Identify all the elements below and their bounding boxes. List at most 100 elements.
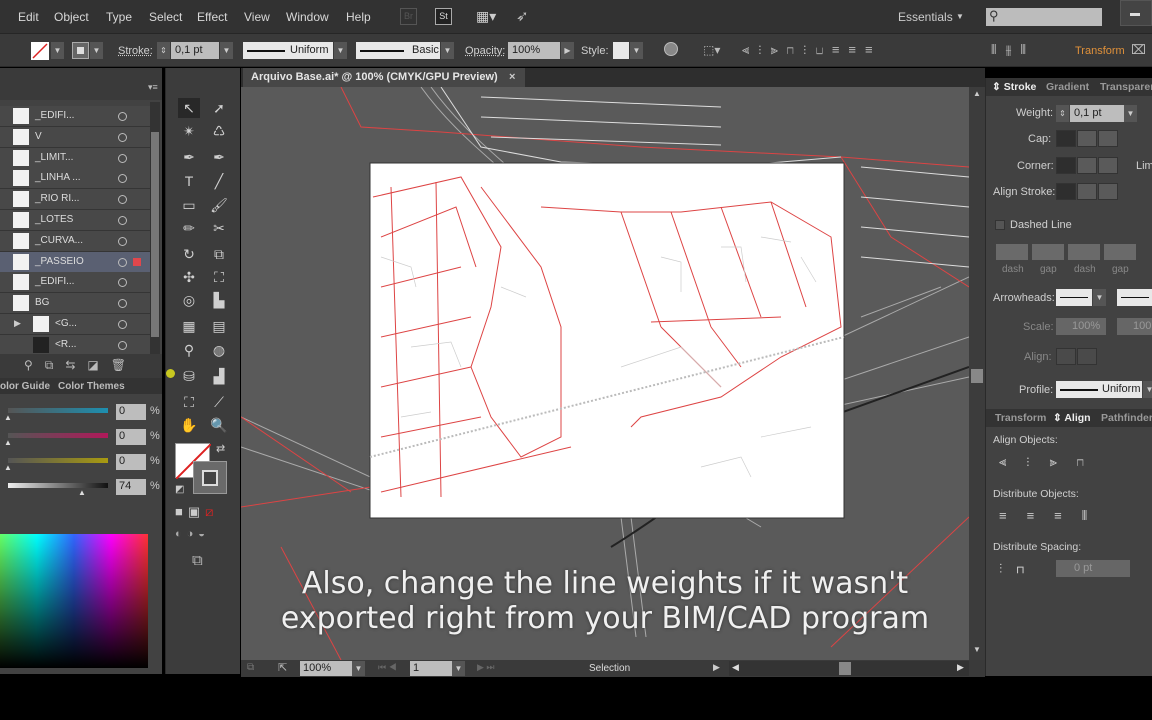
- paintbrush-tool[interactable]: 🖌: [208, 195, 230, 215]
- color-slider[interactable]: [8, 433, 108, 438]
- direct-selection-tool[interactable]: ➚: [208, 98, 230, 118]
- selection-indicator[interactable]: [133, 257, 141, 266]
- align-inside-button[interactable]: [1077, 183, 1097, 200]
- profile-select[interactable]: Uniform: [1056, 381, 1142, 398]
- menu-type[interactable]: Type: [106, 10, 132, 24]
- menu-object[interactable]: Object: [54, 10, 89, 24]
- zoom-tool[interactable]: 🔍: [208, 415, 230, 435]
- selection-tool[interactable]: ↖: [178, 98, 200, 118]
- color-slider[interactable]: [8, 458, 108, 463]
- horizontal-scrollbar[interactable]: ◀ ▶: [729, 661, 969, 676]
- lasso-tool[interactable]: ♺: [208, 121, 230, 141]
- distribute-spacing-buttons[interactable]: ⫶⊓: [999, 561, 1039, 577]
- distribute-buttons-icon[interactable]: ⫴⫵⫴: [991, 42, 1035, 58]
- projecting-cap-button[interactable]: [1098, 130, 1118, 147]
- color-slider[interactable]: [8, 483, 108, 488]
- zoom-dropdown[interactable]: ▼: [352, 661, 365, 676]
- style-dropdown[interactable]: ▼: [630, 42, 643, 59]
- artboard-number-input[interactable]: 1: [410, 661, 452, 676]
- menu-effect[interactable]: Effect: [197, 10, 227, 24]
- menu-edit[interactable]: Edit: [18, 10, 39, 24]
- first-artboard-icon[interactable]: ⏮ ◀: [378, 662, 397, 673]
- graphic-style-swatch[interactable]: [613, 42, 629, 59]
- transform-link[interactable]: Transform: [1075, 45, 1125, 57]
- gpu-performance-icon[interactable]: ➶: [516, 7, 529, 25]
- menu-select[interactable]: Select: [149, 10, 182, 24]
- eyedropper-tool[interactable]: ⚲: [178, 340, 200, 360]
- gradient-tool[interactable]: ▤: [208, 316, 230, 336]
- opacity-label[interactable]: Opacity:: [465, 45, 505, 57]
- symbol-sprayer-tool[interactable]: ⛁: [178, 366, 200, 386]
- weight-dropdown[interactable]: ▼: [1124, 105, 1137, 122]
- stroke-weight-dropdown[interactable]: ▼: [220, 42, 233, 59]
- draw-mode-buttons[interactable]: ◐◑◒: [175, 528, 235, 544]
- curvature-tool[interactable]: ✒: [208, 147, 230, 167]
- menu-window[interactable]: Window: [286, 10, 329, 24]
- expand-arrow-icon[interactable]: ▶: [14, 318, 21, 329]
- color-slider[interactable]: [8, 408, 108, 413]
- layer-row[interactable]: _PASSEIO: [0, 251, 150, 273]
- default-colors-icon[interactable]: ◩: [175, 484, 184, 495]
- layer-row[interactable]: V: [0, 126, 150, 148]
- stroke-color-swatch[interactable]: [193, 461, 227, 494]
- color-value-input[interactable]: 74: [116, 479, 146, 495]
- artboard-dropdown[interactable]: ▼: [452, 661, 465, 676]
- layer-row[interactable]: _EDIFI...: [0, 272, 150, 294]
- end-scale-input[interactable]: 100: [1117, 318, 1152, 335]
- slider-thumb[interactable]: ▲: [4, 438, 12, 447]
- tab-gradient[interactable]: Gradient: [1046, 81, 1089, 93]
- dash-input-2[interactable]: [1068, 244, 1100, 260]
- start-arrowhead-dropdown[interactable]: ▼: [1093, 289, 1106, 306]
- slider-thumb[interactable]: ▲: [78, 488, 86, 497]
- tab-align[interactable]: ⇕ Align: [1053, 412, 1091, 424]
- free-transform-tool[interactable]: ⛶: [208, 267, 230, 287]
- target-circle-icon[interactable]: [118, 320, 127, 329]
- pencil-tool[interactable]: ✏: [178, 218, 200, 238]
- screen-mode-icon[interactable]: ⧉: [192, 552, 203, 569]
- vertical-scrollbar[interactable]: ▲ ▼: [969, 87, 985, 660]
- bridge-button[interactable]: Br: [400, 8, 417, 25]
- target-circle-icon[interactable]: [118, 236, 127, 246]
- scale-tool[interactable]: ⧉: [208, 244, 230, 264]
- tab-pathfinder[interactable]: Pathfinder: [1101, 412, 1152, 424]
- column-graph-tool[interactable]: ▟: [208, 366, 230, 386]
- stock-button[interactable]: St: [435, 8, 452, 25]
- butt-cap-button[interactable]: [1056, 130, 1076, 147]
- slider-thumb[interactable]: ▲: [4, 413, 12, 422]
- arrow-align-extend-button[interactable]: [1056, 348, 1076, 365]
- search-input[interactable]: ⚲: [986, 8, 1102, 26]
- round-join-button[interactable]: [1077, 157, 1097, 174]
- swap-colors-icon[interactable]: ⇄: [216, 442, 225, 455]
- target-circle-icon[interactable]: [118, 153, 127, 163]
- artboard-nav-icon[interactable]: ⧉: [247, 662, 254, 673]
- share-icon[interactable]: ⇱: [278, 661, 287, 674]
- variable-width-profile[interactable]: Uniform: [243, 42, 333, 59]
- type-tool[interactable]: T: [178, 171, 200, 191]
- rotate-tool[interactable]: ↻: [178, 244, 200, 264]
- target-circle-icon[interactable]: [118, 216, 127, 225]
- layer-row[interactable]: _CURVA...: [0, 230, 150, 252]
- menu-help[interactable]: Help: [346, 10, 371, 24]
- stroke-label[interactable]: Stroke:: [118, 45, 153, 57]
- current-tool-status[interactable]: Selection: [589, 663, 630, 674]
- layer-actions-icons[interactable]: ⚲⧉⇆◪🗑: [24, 358, 138, 373]
- zoom-level-input[interactable]: 100%: [300, 661, 352, 676]
- layer-row[interactable]: _LOTES: [0, 210, 150, 231]
- layer-row[interactable]: _LIMIT...: [0, 147, 150, 169]
- panel-menu-icon[interactable]: ▾≡: [148, 82, 158, 93]
- color-spectrum[interactable]: [0, 534, 148, 668]
- artboard-tool[interactable]: ⛶: [178, 392, 200, 412]
- opacity-input[interactable]: 100%: [508, 42, 560, 59]
- align-to-selection-icon[interactable]: ⬚▾: [703, 43, 720, 57]
- profile-dropdown[interactable]: ▼: [1143, 381, 1152, 398]
- magic-wand-tool[interactable]: ✴: [178, 121, 200, 141]
- start-scale-input[interactable]: 100%: [1056, 318, 1106, 335]
- status-menu-arrow[interactable]: ▶: [713, 662, 720, 673]
- align-buttons-icon[interactable]: ⫷⫶⫸⊓⫶⊔≡≡≡: [742, 42, 882, 58]
- color-value-input[interactable]: 0: [116, 429, 146, 445]
- align-outside-button[interactable]: [1098, 183, 1118, 200]
- layer-row[interactable]: BG: [0, 293, 150, 315]
- tab-color-guide[interactable]: olor Guide: [0, 381, 50, 392]
- stroke-weight-input[interactable]: 0,1 pt: [171, 42, 219, 59]
- layer-row[interactable]: _EDIFI...: [0, 106, 150, 127]
